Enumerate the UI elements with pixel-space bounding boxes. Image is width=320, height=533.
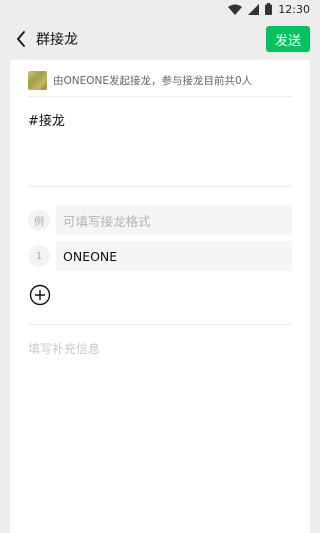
entry-row-1: 1 ONEONE [28, 241, 292, 271]
battery-icon [265, 3, 273, 15]
divider-middle [28, 186, 292, 187]
initiator-row: 由ONEONE发起接龙，参与接龙目前共0人 [28, 71, 292, 90]
send-button[interactable]: 发送 [266, 26, 310, 52]
status-icons [228, 3, 273, 15]
initiator-text: 由ONEONE发起接龙，参与接龙目前共0人 [53, 75, 253, 87]
topic-input[interactable]: #接龙 [28, 110, 65, 129]
nav-bar: 群接龙 发送 [0, 18, 320, 60]
page-title: 群接龙 [36, 32, 78, 48]
divider-top [28, 96, 292, 97]
extra-info-input[interactable]: 填写补充信息 [28, 340, 100, 357]
entry-row-example: 例 可填写接龙格式 [28, 205, 292, 235]
divider-bottom [28, 324, 292, 325]
signal-icon [248, 3, 260, 15]
entry-input[interactable]: ONEONE [56, 241, 292, 271]
format-input[interactable]: 可填写接龙格式 [56, 205, 292, 235]
avatar [28, 71, 47, 90]
status-bar: 12:30 [0, 0, 320, 18]
add-circle-icon[interactable] [29, 284, 51, 306]
chevron-left-icon[interactable] [12, 30, 30, 48]
content-card: 由ONEONE发起接龙，参与接龙目前共0人 #接龙 例 可填写接龙格式 1 ON… [10, 60, 310, 533]
entry-index: 1 [28, 245, 50, 267]
status-time: 12:30 [278, 2, 310, 16]
wifi-icon [228, 4, 243, 15]
nav-left: 群接龙 [12, 29, 78, 49]
entry-index: 例 [28, 209, 50, 231]
